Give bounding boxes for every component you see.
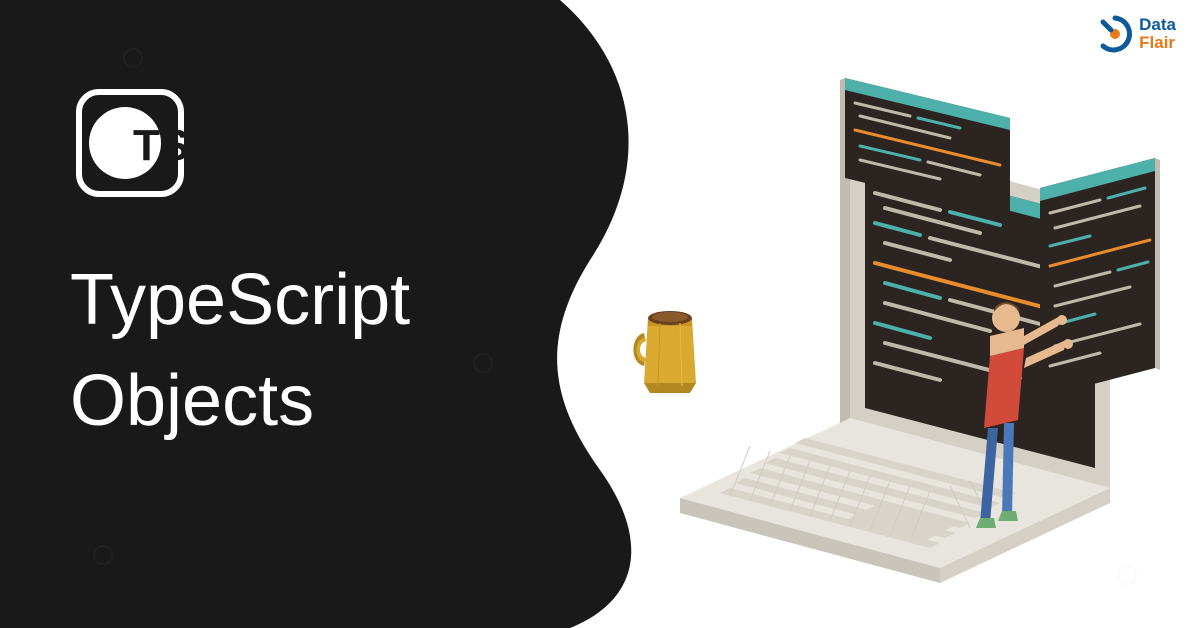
brand-logo: Data Flair — [1095, 14, 1176, 54]
watermark-icon — [120, 45, 146, 71]
brand-logo-icon — [1095, 14, 1135, 54]
brand-line-1: Data — [1139, 16, 1176, 34]
heading-line-2: Objects — [70, 351, 410, 452]
heading-line-1: TypeScript — [70, 250, 410, 351]
page-title: TypeScript Objects — [70, 250, 410, 452]
typescript-icon: TS — [75, 88, 185, 198]
brand-text: Data Flair — [1139, 16, 1176, 52]
code-window-right — [1040, 158, 1160, 398]
brand-line-2: Flair — [1139, 34, 1176, 52]
watermark-icon — [470, 350, 496, 376]
watermark-icon — [90, 542, 116, 568]
svg-text:TS: TS — [133, 121, 185, 170]
illustration-laptop-code — [640, 68, 1160, 588]
